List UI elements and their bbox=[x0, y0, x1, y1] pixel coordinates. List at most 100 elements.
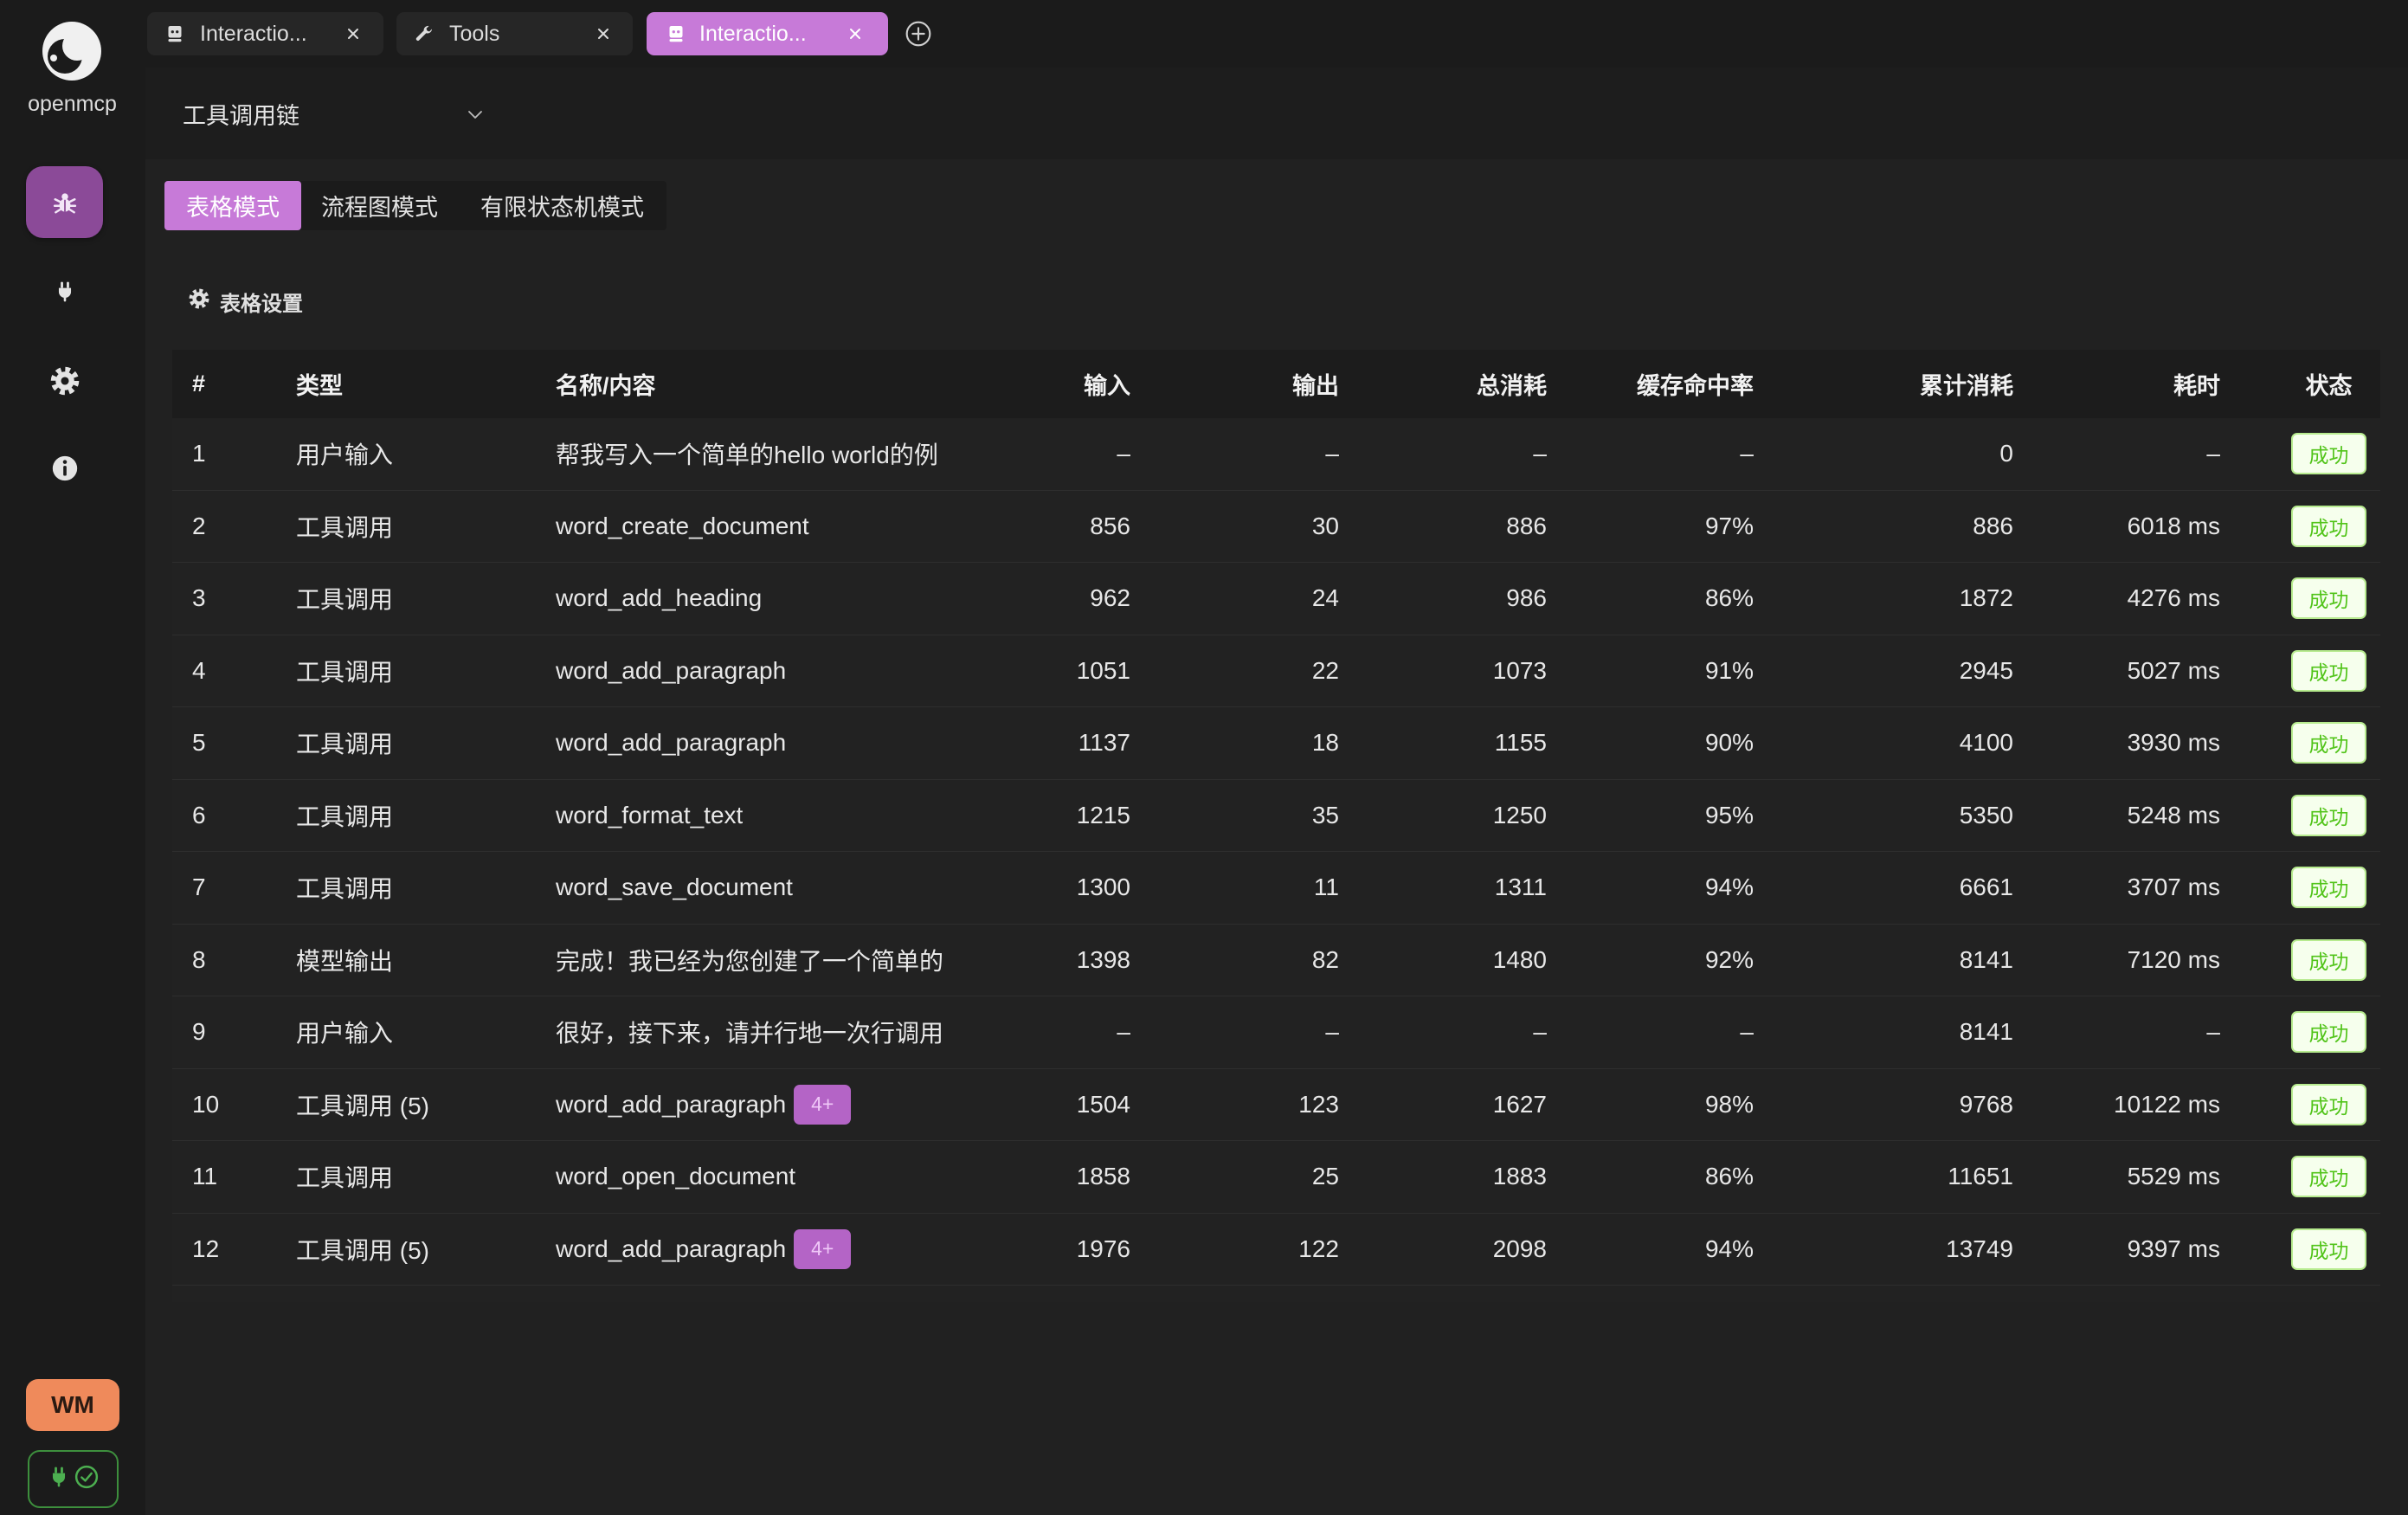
cell-input: – bbox=[1117, 1018, 1130, 1046]
cell-status: 成功 bbox=[2240, 563, 2380, 635]
column-header-index[interactable]: # bbox=[172, 350, 276, 418]
call-name: word_add_heading bbox=[556, 584, 763, 612]
connection-status-button[interactable] bbox=[28, 1450, 119, 1508]
table-settings-button[interactable]: 表格设置 bbox=[189, 286, 303, 317]
cell-cumulative: 8141 bbox=[1959, 1018, 2013, 1046]
cell-output: – bbox=[1325, 1018, 1339, 1046]
table-row[interactable]: 4 工具调用 word_add_paragraph 1051 22 1073 91% 2945… bbox=[172, 635, 2380, 707]
cell-name: word_create_document bbox=[536, 491, 951, 563]
cell-type: 工具调用 bbox=[296, 586, 394, 614]
tab-interaction-1[interactable]: Interactio... bbox=[147, 12, 383, 55]
column-header-input[interactable]: 输入 bbox=[951, 350, 1150, 418]
plus-circle-icon[interactable] bbox=[905, 20, 932, 48]
table-body: 1 用户输入 帮我写入一个简单的hello world的例 – – – – 0 – 成功 2 工具调用… bbox=[172, 418, 2380, 1286]
close-icon[interactable] bbox=[845, 23, 866, 44]
gear-icon bbox=[50, 366, 80, 396]
mode-table-button[interactable]: 表格模式 bbox=[164, 181, 301, 230]
cell-output: 35 bbox=[1311, 801, 1339, 828]
cell-index: 3 bbox=[192, 584, 206, 612]
cell-cache-hit: 94% bbox=[1704, 874, 1754, 901]
cell-name: word_save_document bbox=[536, 852, 951, 924]
openmcp-logo[interactable] bbox=[41, 20, 103, 82]
cell-output: 82 bbox=[1311, 945, 1339, 973]
sidebar-item-debug[interactable] bbox=[26, 166, 103, 238]
close-icon[interactable] bbox=[343, 23, 364, 44]
cell-type: 工具调用 bbox=[296, 513, 394, 541]
cell-duration: 6018 ms bbox=[2127, 512, 2220, 539]
more-calls-badge[interactable]: 4+ bbox=[794, 1084, 852, 1125]
cell-total: 1480 bbox=[1492, 945, 1547, 973]
cell-input: 1137 bbox=[1078, 729, 1130, 757]
sidebar-item-settings[interactable] bbox=[26, 355, 103, 407]
cell-total: 1883 bbox=[1492, 1163, 1547, 1190]
status-badge: 成功 bbox=[2291, 867, 2366, 909]
column-header-output[interactable]: 输出 bbox=[1150, 350, 1359, 418]
user-avatar-button[interactable]: WM bbox=[26, 1379, 119, 1431]
cell-name: word_add_paragraph 4+ bbox=[536, 1069, 951, 1141]
cell-type: 工具调用 bbox=[296, 1164, 394, 1192]
cell-output: 24 bbox=[1311, 584, 1339, 612]
cell-total: 2098 bbox=[1492, 1235, 1547, 1262]
view-select-dropdown[interactable]: 工具调用链 bbox=[183, 97, 494, 130]
column-header-total[interactable]: 总消耗 bbox=[1359, 350, 1567, 418]
cell-cumulative: 5350 bbox=[1959, 801, 2013, 828]
status-badge: 成功 bbox=[2291, 1156, 2366, 1198]
cell-duration: 5529 ms bbox=[2127, 1163, 2220, 1190]
table-row[interactable]: 11 工具调用 word_open_document 1858 25 1883 86% 116… bbox=[172, 1141, 2380, 1214]
column-header-duration[interactable]: 耗时 bbox=[2033, 350, 2240, 418]
cell-input: 1976 bbox=[1076, 1235, 1130, 1262]
tab-interaction-2[interactable]: Interactio... bbox=[647, 12, 888, 55]
close-icon[interactable] bbox=[593, 23, 614, 44]
cell-input: 1858 bbox=[1076, 1163, 1130, 1190]
cell-index: 5 bbox=[192, 729, 206, 757]
column-header-status[interactable]: 状态 bbox=[2240, 350, 2380, 418]
cell-output: – bbox=[1325, 440, 1339, 467]
column-header-type[interactable]: 类型 bbox=[276, 350, 536, 418]
cell-type: 工具调用 bbox=[296, 875, 394, 903]
cell-cumulative: 4100 bbox=[1959, 729, 2013, 757]
table-row[interactable]: 7 工具调用 word_save_document 1300 11 1311 94% 6661… bbox=[172, 852, 2380, 925]
cell-duration: 10122 ms bbox=[2114, 1090, 2220, 1118]
cell-cumulative: 0 bbox=[1999, 440, 2013, 467]
cell-input: 1215 bbox=[1076, 801, 1130, 828]
column-header-cumulative[interactable]: 累计消耗 bbox=[1774, 350, 2033, 418]
cell-cumulative: 9768 bbox=[1959, 1090, 2013, 1118]
table-row[interactable]: 10 工具调用 (5) word_add_paragraph 4+ 1504 123 162… bbox=[172, 1069, 2380, 1141]
cell-input: 1504 bbox=[1076, 1090, 1130, 1118]
cell-duration: 3930 ms bbox=[2127, 729, 2220, 757]
more-calls-badge[interactable]: 4+ bbox=[794, 1228, 852, 1269]
view-mode-switch: 表格模式 流程图模式 有限状态机模式 bbox=[164, 181, 666, 230]
tab-tools[interactable]: Tools bbox=[396, 12, 633, 55]
table-row[interactable]: 3 工具调用 word_add_heading 962 24 986 86% 1872 4276… bbox=[172, 563, 2380, 635]
cell-cache-hit: – bbox=[1740, 440, 1754, 467]
column-header-name[interactable]: 名称/内容 bbox=[536, 350, 951, 418]
cell-status: 成功 bbox=[2240, 491, 2380, 563]
table-row[interactable]: 12 工具调用 (5) word_add_paragraph 4+ 1976 122 209… bbox=[172, 1214, 2380, 1286]
cell-index: 8 bbox=[192, 945, 206, 973]
mode-flowchart-button[interactable]: 流程图模式 bbox=[301, 181, 458, 230]
cell-total: 1627 bbox=[1492, 1090, 1547, 1118]
table-row[interactable]: 9 用户输入 很好，接下来，请并行地一次行调用 – – – – 8141 – 成功 bbox=[172, 996, 2380, 1069]
cell-cache-hit: 94% bbox=[1704, 1235, 1754, 1262]
cell-status: 成功 bbox=[2240, 780, 2380, 852]
sidebar-item-about[interactable] bbox=[26, 442, 103, 494]
cell-status: 成功 bbox=[2240, 635, 2380, 707]
table-row[interactable]: 1 用户输入 帮我写入一个简单的hello world的例 – – – – 0 – 成功 bbox=[172, 418, 2380, 491]
table-row[interactable]: 8 模型输出 完成！我已经为您创建了一个简单的 1398 82 1480 92% 8141 71… bbox=[172, 925, 2380, 996]
bug-icon bbox=[52, 190, 78, 216]
cell-name: word_add_heading bbox=[536, 563, 951, 635]
cell-output: 11 bbox=[1313, 874, 1339, 901]
table-row[interactable]: 2 工具调用 word_create_document 856 30 886 97% 886 6… bbox=[172, 491, 2380, 563]
table-row[interactable]: 6 工具调用 word_format_text 1215 35 1250 95% 5350 52… bbox=[172, 780, 2380, 852]
table-row[interactable]: 5 工具调用 word_add_paragraph 1137 18 1155 90% 4100… bbox=[172, 707, 2380, 780]
cell-total: 1155 bbox=[1494, 729, 1547, 757]
column-header-cache-hit[interactable]: 缓存命中率 bbox=[1567, 350, 1774, 418]
sidebar-item-connection[interactable] bbox=[26, 266, 103, 318]
mode-fsm-button[interactable]: 有限状态机模式 bbox=[458, 181, 666, 230]
cell-total: 1311 bbox=[1494, 874, 1547, 901]
call-name: word_add_paragraph bbox=[556, 729, 787, 757]
table-settings-label: 表格设置 bbox=[220, 292, 303, 316]
cell-cache-hit: 86% bbox=[1704, 1163, 1754, 1190]
status-badge: 成功 bbox=[2291, 577, 2366, 620]
app-name: openmcp bbox=[28, 92, 117, 116]
